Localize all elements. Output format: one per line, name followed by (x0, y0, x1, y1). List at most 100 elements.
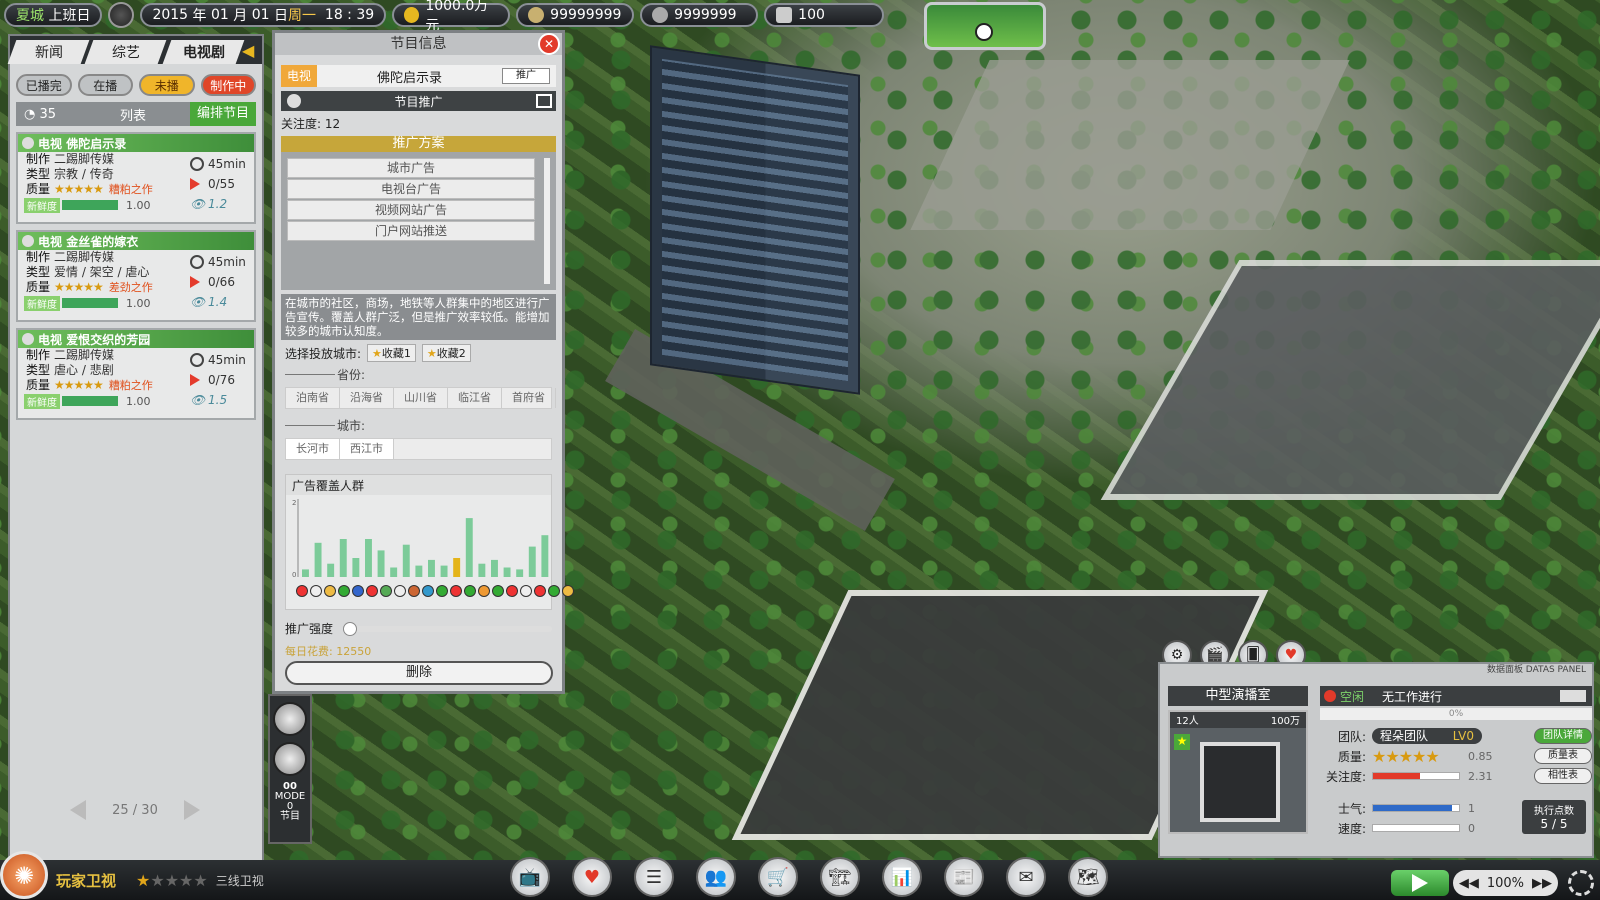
province-chip[interactable]: 沿海省 (340, 388, 394, 408)
province-chip[interactable]: 山川省 (394, 388, 448, 408)
delete-button[interactable]: 删除 (285, 661, 553, 685)
slider-knob[interactable] (343, 621, 358, 636)
soccer-ball-icon (975, 23, 993, 41)
maker-label: 制作 (26, 250, 51, 264)
tab-variety[interactable]: 综艺 (84, 40, 168, 64)
minimize-icon[interactable] (1560, 690, 1586, 702)
program-card[interactable]: 电视 爱恨交织的芳园 制作 二踢脚传媒 类型 虐心 / 悲剧 质量 ★★★★★ 糟粕之作 新鲜度… (16, 328, 256, 420)
clock-icon (190, 255, 204, 269)
newspaper-icon[interactable]: 📰 (944, 857, 984, 897)
filter-finished[interactable]: 已播完 (16, 74, 72, 96)
favorite-1-button[interactable]: ★收藏1 (367, 344, 416, 362)
settings-gear-icon[interactable] (1568, 870, 1594, 896)
next-page-icon[interactable] (183, 800, 200, 820)
plan-scrollbar[interactable] (544, 158, 550, 284)
audience-icon (492, 585, 504, 597)
schedule-program-button[interactable]: 编排节目 (190, 102, 256, 126)
disc-icon (22, 235, 34, 247)
prev-page-icon[interactable] (70, 800, 86, 820)
province-chip[interactable]: 泊南省 (286, 388, 340, 408)
map-icon[interactable]: 🗺 (1068, 857, 1108, 897)
channel-logo-icon[interactable]: ✺ (0, 851, 48, 899)
room-state: 空闲 (1340, 689, 1365, 704)
play-icon[interactable] (1390, 870, 1449, 896)
filter-producing[interactable]: 制作中 (200, 74, 256, 96)
list-icon[interactable]: ☰ (634, 857, 674, 897)
tab-news[interactable]: 新闻 (7, 40, 90, 64)
tv-preview-thumbnail[interactable] (924, 2, 1046, 50)
star-icon[interactable]: ★ (1174, 734, 1190, 750)
room-minimap[interactable]: 12人 100万 ★ (1168, 710, 1308, 834)
quality-label: 质量 (26, 182, 51, 196)
province-chips: 泊南省 沿海省 山川省 临江省 首府省 (285, 387, 556, 409)
quality-table-button[interactable]: 质量表 (1534, 748, 1592, 764)
freshness-label: 新鲜度 (24, 197, 60, 213)
city-chip[interactable]: 西江市 (340, 439, 394, 459)
mail-icon[interactable]: ✉ (1006, 857, 1046, 897)
province-chip[interactable]: 临江省 (448, 388, 502, 408)
room-capacity: 12人 (1176, 716, 1199, 727)
plan-tv-ad[interactable]: 电视台广告 (287, 179, 535, 199)
filter-airing[interactable]: 在播 (77, 74, 133, 96)
rewind-icon[interactable]: ◀◀ (1459, 876, 1479, 891)
audience-icon (548, 585, 560, 597)
list-header: ◔ 35 列表 编排节目 (16, 102, 256, 126)
alert-icon (1324, 690, 1336, 702)
dial-icon[interactable] (273, 702, 307, 736)
tv-tower-building[interactable] (650, 45, 860, 395)
crane-icon[interactable]: 🏗 (820, 857, 860, 897)
cart-icon[interactable]: 🛒 (758, 857, 798, 897)
quality-note: 差劲之作 (108, 281, 153, 294)
favorite-2-button[interactable]: ★收藏2 (421, 344, 471, 362)
city-group-label: 城市: (285, 417, 552, 434)
time: 18 : 39 (324, 7, 375, 23)
city-chip[interactable]: 长河市 (286, 439, 340, 459)
promotion-header: 节目推广 (281, 91, 556, 111)
channel-info: ✺ 玩家卫视 ★★★★★ 三线卫视 (0, 851, 264, 900)
dial-icon[interactable] (273, 742, 307, 776)
heart-icon[interactable]: ♥ (572, 857, 612, 897)
duration-value: 45min (208, 157, 246, 171)
clock-icon[interactable] (108, 2, 135, 28)
quality-row: 质量: ★★★★★ 0.85 质量表 (1324, 746, 1592, 766)
back-icon[interactable] (536, 94, 552, 108)
morale-fill (1373, 805, 1453, 811)
coverage-bar-chart: 02 (292, 499, 549, 579)
eye-icon: 👁 (190, 197, 206, 211)
team-details-button[interactable]: 团队详情 (1534, 728, 1592, 744)
weekday: 周一 (288, 8, 317, 24)
stats-chart-icon[interactable]: 📊 (882, 857, 922, 897)
list-label: 列表 (119, 108, 146, 124)
staff-icon[interactable]: 👥 (696, 857, 736, 897)
speed-value: 100% (1486, 875, 1524, 891)
action-points-button[interactable]: 执行点数 5 / 5 (1522, 800, 1586, 834)
plan-video-ad[interactable]: 视频网站广告 (287, 200, 535, 220)
category-tabs: 新闻 综艺 电视剧 ◀ (7, 36, 262, 64)
fast-forward-icon[interactable]: ▶▶ (1532, 876, 1552, 891)
tab-variety-label: 综艺 (111, 45, 140, 61)
data-panel-tag: 数据面板 DATAS PANEL (1486, 665, 1586, 675)
tv-icon[interactable]: 📺 (510, 857, 550, 897)
room-progress: 0% (1320, 708, 1592, 720)
close-icon[interactable]: ✕ (538, 33, 560, 55)
promote-button[interactable]: 推广 (502, 68, 550, 84)
audience-icon (450, 585, 462, 597)
program-card[interactable]: 电视 金丝雀的嫁衣 制作 二踢脚传媒 类型 爱情 / 架空 / 虐心 质量 ★★★★★ 差劲之… (16, 230, 256, 322)
attention-value: 2.31 (1468, 769, 1493, 783)
plan-city-ad[interactable]: 城市广告 (287, 158, 535, 178)
tab-tv-drama-label: 电视剧 (182, 45, 225, 61)
intensity-slider[interactable] (343, 621, 552, 636)
pagination: 25 / 30 (70, 798, 200, 822)
filter-unaired[interactable]: 未播 (139, 74, 195, 96)
collapse-arrow-icon[interactable]: ◀ (242, 36, 262, 64)
program-card[interactable]: 电视 佛陀启示录 制作 二踢脚传媒 类型 宗教 / 传奇 质量 ★★★★★ 糟粕之作 新鲜度 1.… (16, 132, 256, 224)
program-title: 金丝雀的嫁衣 (66, 234, 139, 249)
program-count-value: 35 (39, 106, 57, 122)
tab-tv-drama[interactable]: 电视剧 (162, 40, 245, 64)
audience-icon (562, 585, 574, 597)
affinity-table-button[interactable]: 相性表 (1534, 768, 1592, 784)
plan-portal-push[interactable]: 门户网站推送 (287, 221, 535, 241)
attention-value: 12 (324, 117, 341, 131)
province-chip[interactable]: 首府省 (502, 388, 556, 408)
mode-sub: 节目 (280, 811, 300, 822)
